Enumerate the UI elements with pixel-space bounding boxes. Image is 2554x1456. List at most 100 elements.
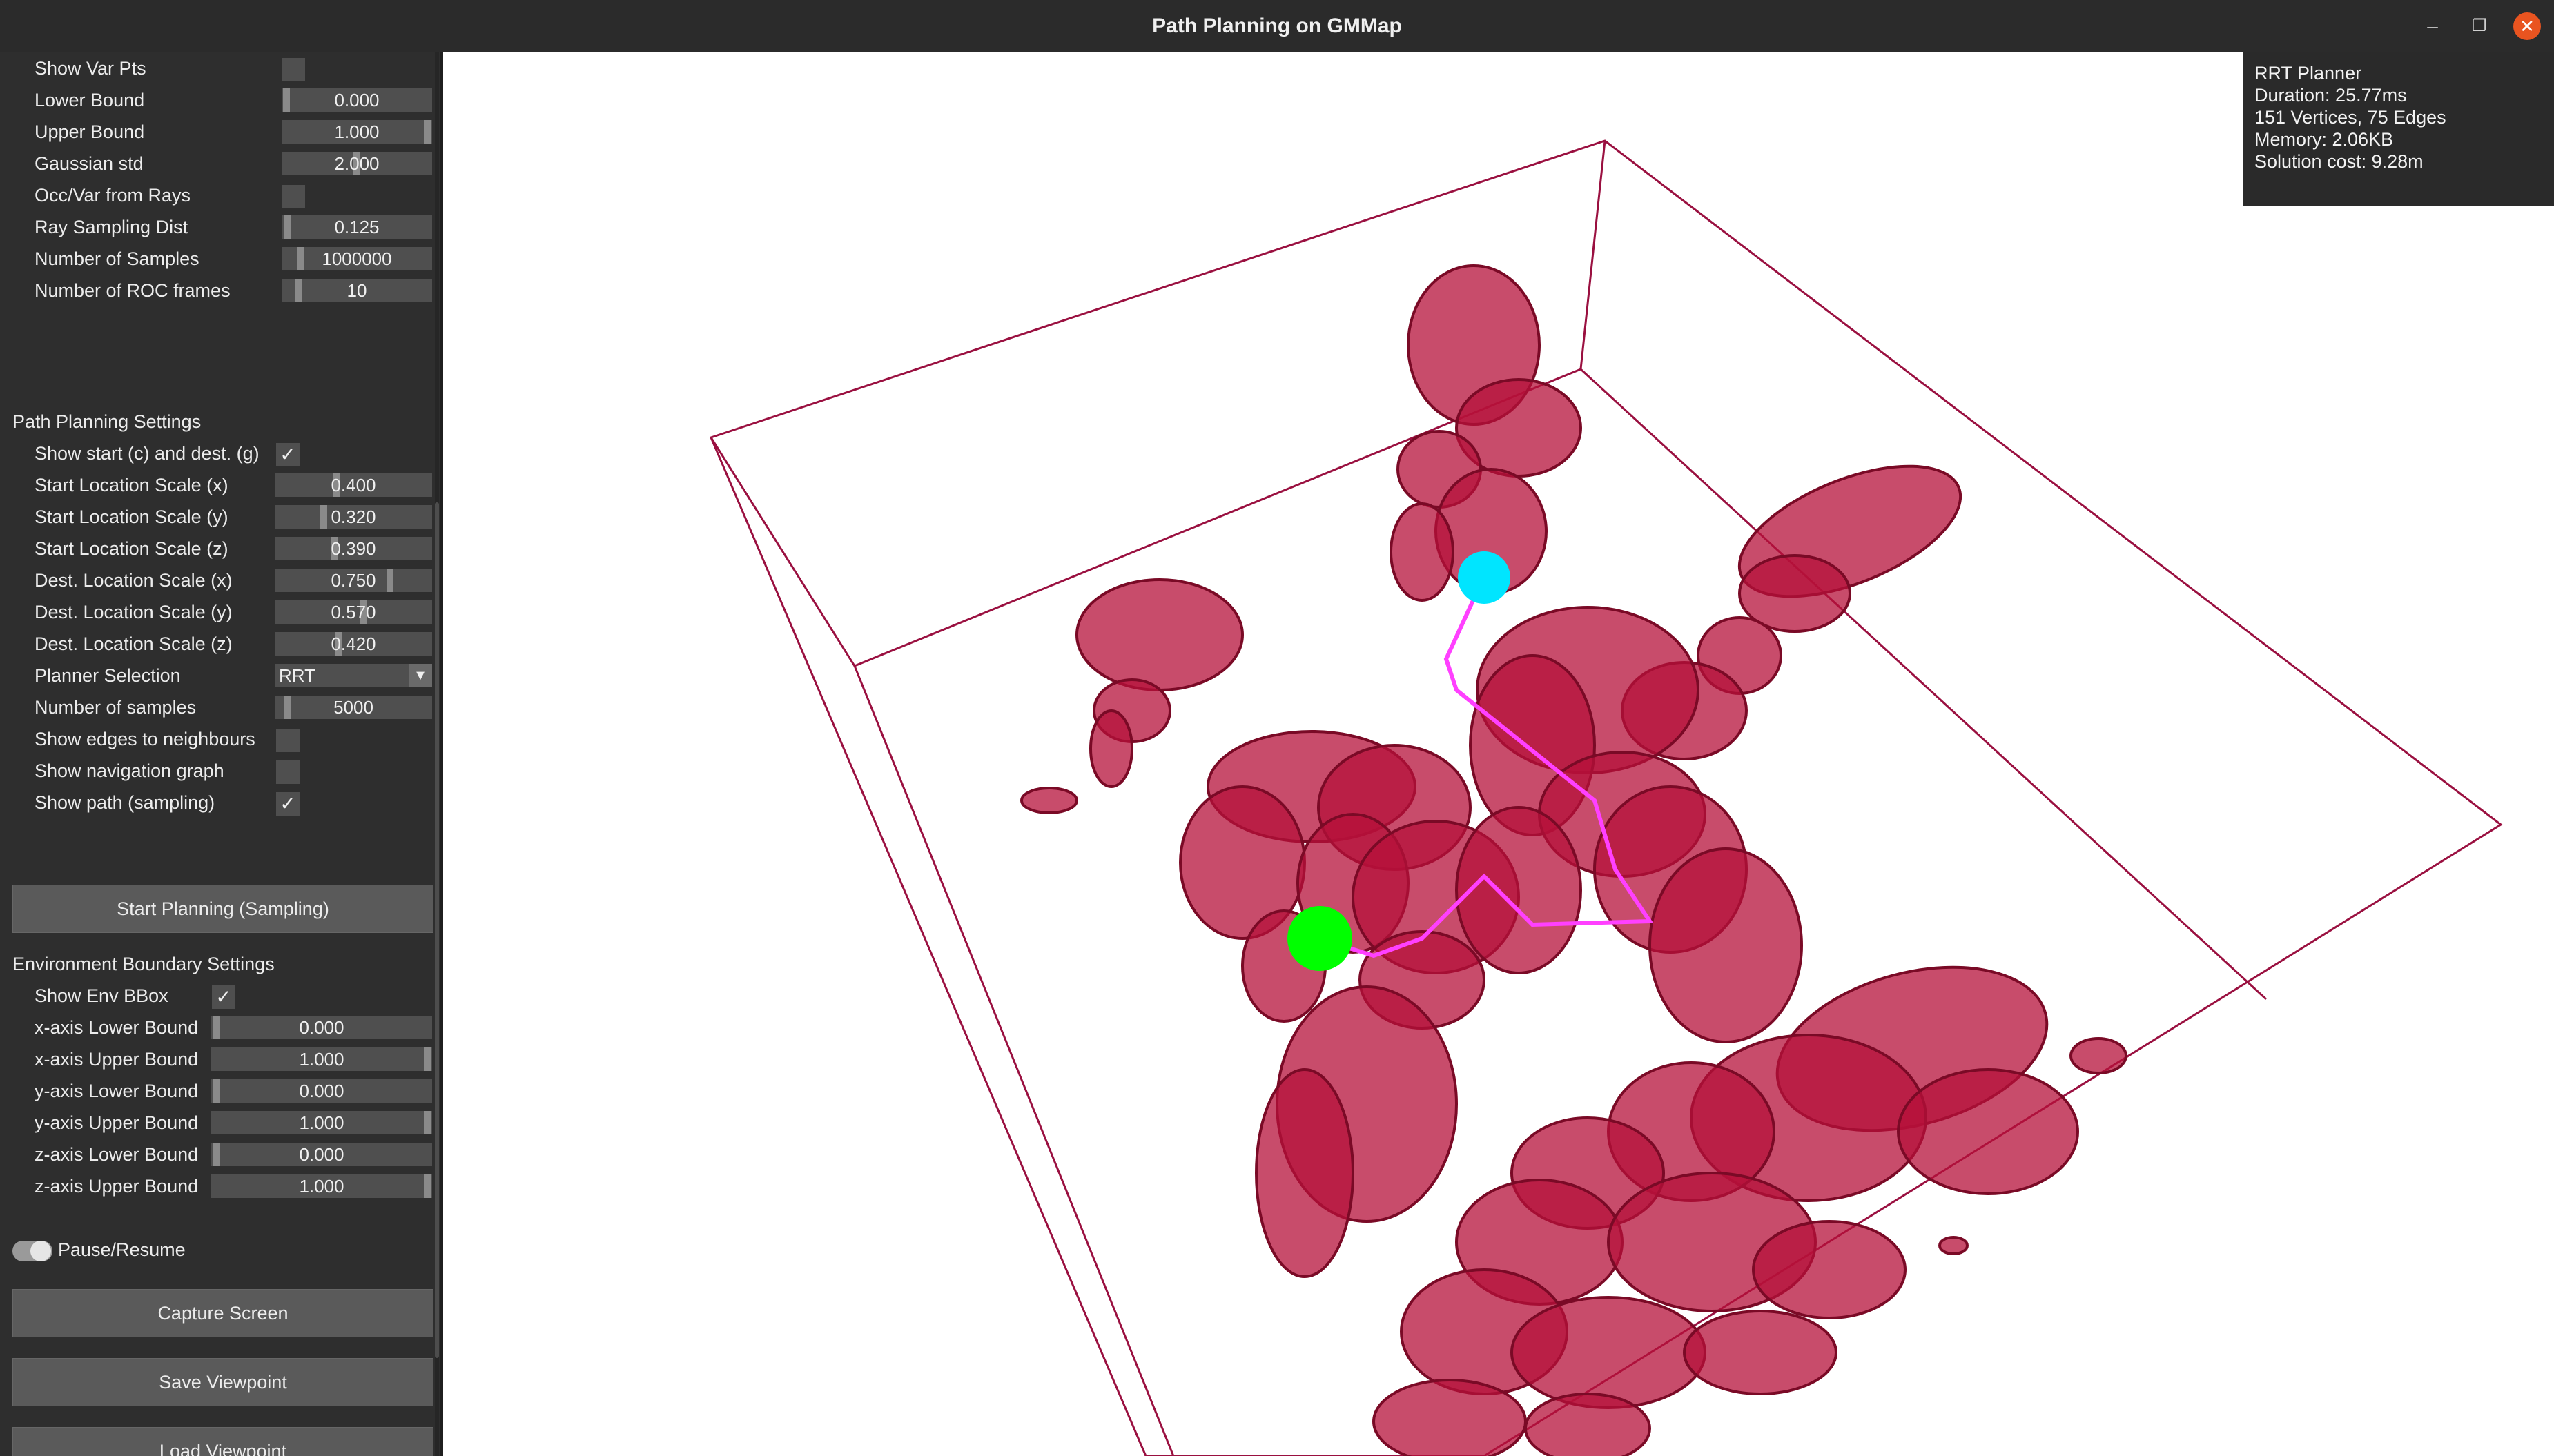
start-marker[interactable] bbox=[1458, 551, 1510, 604]
row-start-z: Start Location Scale (z) 0.390 bbox=[0, 533, 435, 564]
y-lower-value: 0.000 bbox=[299, 1081, 344, 1101]
show-path-label: Show path (sampling) bbox=[35, 792, 215, 813]
planner-selection-dropdown[interactable]: RRT ▼ bbox=[275, 664, 432, 687]
lower-bound-slider[interactable]: 0.000 bbox=[282, 88, 432, 112]
row-show-env-bbox: Show Env BBox ✓ bbox=[0, 980, 435, 1012]
dest-x-value: 0.750 bbox=[331, 570, 376, 591]
slider-knob[interactable] bbox=[424, 1174, 431, 1198]
slider-knob[interactable] bbox=[387, 569, 393, 592]
slider-knob[interactable] bbox=[213, 1079, 220, 1103]
x-upper-slider[interactable]: 1.000 bbox=[211, 1047, 432, 1071]
number-of-roc-frames-slider[interactable]: 10 bbox=[282, 279, 432, 302]
start-z-label: Start Location Scale (z) bbox=[35, 538, 228, 559]
slider-knob[interactable] bbox=[320, 505, 327, 529]
y-lower-slider[interactable]: 0.000 bbox=[211, 1079, 432, 1103]
goal-marker[interactable] bbox=[1287, 906, 1352, 971]
save-viewpoint-button[interactable]: Save Viewpoint bbox=[12, 1358, 433, 1406]
load-viewpoint-button[interactable]: Load Viewpoint bbox=[12, 1427, 433, 1456]
show-env-bbox-label: Show Env BBox bbox=[35, 985, 168, 1006]
panel-scrollbar[interactable] bbox=[435, 52, 439, 1456]
row-lower-bound: Lower Bound 0.000 bbox=[0, 84, 435, 116]
planner-memory: Memory: 2.06KB bbox=[2254, 129, 2394, 150]
lower-bound-label: Lower Bound bbox=[35, 90, 145, 110]
show-nav-graph-checkbox[interactable] bbox=[276, 760, 300, 784]
x-upper-label: x-axis Upper Bound bbox=[35, 1049, 199, 1070]
x-lower-slider[interactable]: 0.000 bbox=[211, 1016, 432, 1039]
number-of-samples-label: Number of Samples bbox=[35, 248, 199, 269]
3d-viewport[interactable] bbox=[443, 52, 2554, 1456]
upper-bound-slider[interactable]: 1.000 bbox=[282, 120, 432, 144]
dest-z-slider[interactable]: 0.420 bbox=[275, 632, 432, 656]
occ-var-from-rays-checkbox[interactable] bbox=[282, 185, 305, 208]
pause-resume-toggle[interactable] bbox=[12, 1241, 52, 1261]
gaussian-std-label: Gaussian std bbox=[35, 153, 144, 174]
show-start-dest-checkbox[interactable]: ✓ bbox=[276, 443, 300, 466]
planner-samples-slider[interactable]: 5000 bbox=[275, 696, 432, 719]
dropdown-arrow-icon[interactable]: ▼ bbox=[409, 664, 432, 687]
slider-knob[interactable] bbox=[213, 1016, 220, 1039]
restore-icon[interactable]: ❐ bbox=[2466, 12, 2493, 40]
row-dest-y: Dest. Location Scale (y) 0.570 bbox=[0, 596, 435, 628]
scrollbar-thumb[interactable] bbox=[435, 502, 439, 1358]
row-z-upper: z-axis Upper Bound 1.000 bbox=[0, 1170, 435, 1202]
upper-bound-value: 1.000 bbox=[334, 121, 380, 142]
number-of-roc-frames-label: Number of ROC frames bbox=[35, 280, 231, 301]
settings-panel: Show Var Pts Lower Bound 0.000 Upper Bou… bbox=[0, 52, 440, 1456]
z-lower-label: z-axis Lower Bound bbox=[35, 1144, 199, 1165]
row-x-upper: x-axis Upper Bound 1.000 bbox=[0, 1043, 435, 1075]
dest-z-label: Dest. Location Scale (z) bbox=[35, 633, 233, 654]
checkmark-icon: ✓ bbox=[280, 793, 296, 814]
start-x-slider[interactable]: 0.400 bbox=[275, 473, 432, 497]
pause-resume-label: Pause/Resume bbox=[58, 1239, 186, 1260]
gaussian-std-slider[interactable]: 2.000 bbox=[282, 152, 432, 175]
slider-knob[interactable] bbox=[283, 88, 290, 112]
toggle-knob[interactable] bbox=[30, 1241, 51, 1261]
z-lower-slider[interactable]: 0.000 bbox=[211, 1143, 432, 1166]
z-upper-value: 1.000 bbox=[299, 1176, 344, 1197]
slider-knob[interactable] bbox=[295, 279, 302, 302]
show-var-pts-checkbox[interactable] bbox=[282, 58, 305, 81]
row-show-var-pts: Show Var Pts bbox=[0, 52, 435, 84]
row-start-x: Start Location Scale (x) 0.400 bbox=[0, 469, 435, 501]
planner-info-overlay: RRT Planner Duration: 25.77ms 151 Vertic… bbox=[2243, 52, 2554, 206]
slider-knob[interactable] bbox=[297, 247, 304, 270]
number-of-samples-slider[interactable]: 1000000 bbox=[282, 247, 432, 270]
planner-name: RRT Planner bbox=[2254, 63, 2362, 83]
slider-knob[interactable] bbox=[424, 1111, 431, 1134]
start-planning-button[interactable]: Start Planning (Sampling) bbox=[12, 885, 433, 933]
occ-var-from-rays-label: Occ/Var from Rays bbox=[35, 185, 191, 206]
y-upper-slider[interactable]: 1.000 bbox=[211, 1111, 432, 1134]
slider-knob[interactable] bbox=[424, 1047, 431, 1071]
show-edges-checkbox[interactable] bbox=[276, 729, 300, 752]
row-show-path: Show path (sampling) ✓ bbox=[0, 787, 435, 818]
scene-canvas[interactable] bbox=[443, 52, 2554, 1456]
x-lower-label: x-axis Lower Bound bbox=[35, 1017, 199, 1038]
upper-bound-label: Upper Bound bbox=[35, 121, 145, 142]
start-x-label: Start Location Scale (x) bbox=[35, 475, 228, 495]
row-start-y: Start Location Scale (y) 0.320 bbox=[0, 501, 435, 533]
dest-x-slider[interactable]: 0.750 bbox=[275, 569, 432, 592]
z-upper-slider[interactable]: 1.000 bbox=[211, 1174, 432, 1198]
row-gaussian-std: Gaussian std 2.000 bbox=[0, 148, 435, 179]
row-planner-selection: Planner Selection RRT ▼ bbox=[0, 660, 435, 691]
show-path-checkbox[interactable]: ✓ bbox=[276, 792, 300, 816]
minimize-icon[interactable]: – bbox=[2419, 12, 2446, 40]
show-env-bbox-checkbox[interactable]: ✓ bbox=[212, 985, 235, 1009]
x-lower-value: 0.000 bbox=[299, 1017, 344, 1038]
start-z-slider[interactable]: 0.390 bbox=[275, 537, 432, 560]
slider-knob[interactable] bbox=[424, 120, 431, 144]
capture-screen-button[interactable]: Capture Screen bbox=[12, 1289, 433, 1337]
slider-knob[interactable] bbox=[284, 215, 291, 239]
planner-selection-label: Planner Selection bbox=[35, 665, 181, 686]
z-lower-value: 0.000 bbox=[299, 1144, 344, 1165]
dest-y-slider[interactable]: 0.570 bbox=[275, 600, 432, 624]
ray-sampling-dist-slider[interactable]: 0.125 bbox=[282, 215, 432, 239]
start-y-slider[interactable]: 0.320 bbox=[275, 505, 432, 529]
show-nav-graph-label: Show navigation graph bbox=[35, 760, 224, 781]
ray-sampling-dist-value: 0.125 bbox=[334, 217, 380, 237]
slider-knob[interactable] bbox=[284, 696, 291, 719]
y-lower-label: y-axis Lower Bound bbox=[35, 1081, 199, 1101]
slider-knob[interactable] bbox=[213, 1143, 220, 1166]
close-icon[interactable]: ✕ bbox=[2513, 12, 2541, 40]
start-x-value: 0.400 bbox=[331, 475, 376, 495]
